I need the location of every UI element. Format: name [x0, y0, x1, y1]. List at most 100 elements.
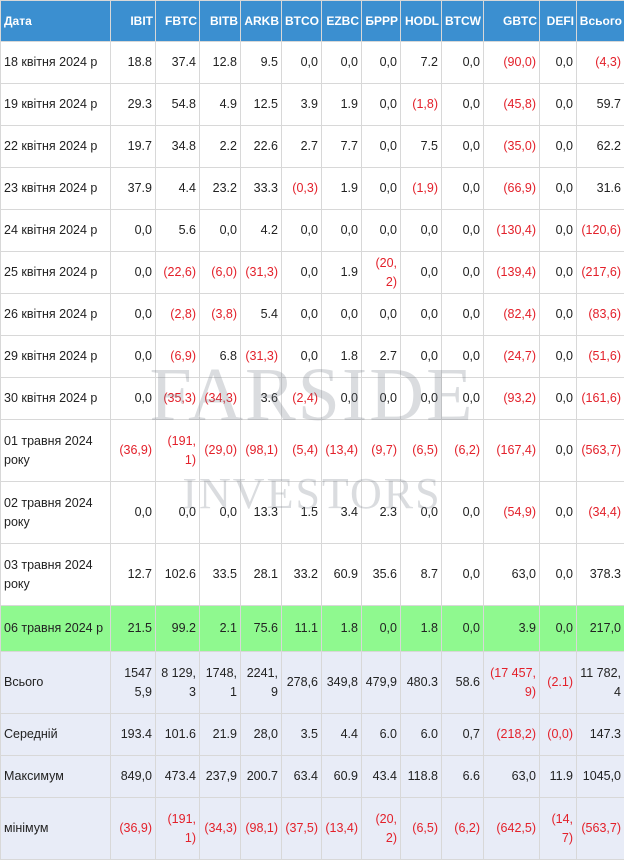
table-cell: 37.9: [111, 168, 156, 210]
table-cell: (218,2): [484, 714, 540, 756]
table-cell: 33.5: [200, 544, 241, 606]
table-cell: 479,9: [362, 652, 401, 714]
row-label: мінімум: [1, 798, 111, 860]
table-cell: (98,1): [241, 798, 282, 860]
table-cell: 0,0: [322, 378, 362, 420]
table-cell: 118.8: [401, 756, 442, 798]
table-cell: 0,0: [362, 294, 401, 336]
table-cell: (191,1): [156, 420, 200, 482]
table-cell: 0,0: [442, 336, 484, 378]
column-header: Всього: [577, 1, 624, 42]
table-cell: 0,0: [540, 420, 577, 482]
table-cell: 0,0: [442, 544, 484, 606]
row-label: 23 квітня 2024 р: [1, 168, 111, 210]
table-cell: 0,0: [442, 294, 484, 336]
table-cell: 75.6: [241, 606, 282, 652]
table-row: 18 квітня 2024 р18.837.412.89.50,00,00,0…: [1, 42, 624, 84]
table-cell: 0,0: [401, 210, 442, 252]
table-cell: (34,3): [200, 798, 241, 860]
table-cell: 0,0: [322, 210, 362, 252]
table-row: 24 квітня 2024 р0,05.60,04.20,00,00,00,0…: [1, 210, 624, 252]
table-cell: 102.6: [156, 544, 200, 606]
table-cell: 0,0: [401, 482, 442, 544]
table-body: 18 квітня 2024 р18.837.412.89.50,00,00,0…: [1, 42, 624, 860]
table-cell: 0,0: [540, 336, 577, 378]
table-cell: 18.8: [111, 42, 156, 84]
column-header: BTCO: [282, 1, 322, 42]
table-cell: (4,3): [577, 42, 624, 84]
table-cell: 0,0: [362, 168, 401, 210]
column-header: IBIT: [111, 1, 156, 42]
table-cell: 0,0: [442, 210, 484, 252]
table-cell: 1748,1: [200, 652, 241, 714]
table-cell: 4.9: [200, 84, 241, 126]
row-label: 24 квітня 2024 р: [1, 210, 111, 252]
table-cell: 0,0: [362, 126, 401, 168]
table-cell: (13,4): [322, 798, 362, 860]
table-cell: (36,9): [111, 798, 156, 860]
table-cell: 0,0: [111, 210, 156, 252]
table-cell: 1.9: [322, 252, 362, 294]
table-cell: (35,0): [484, 126, 540, 168]
table-cell: 1.9: [322, 84, 362, 126]
table-cell: 0,0: [401, 378, 442, 420]
table-cell: 6.0: [362, 714, 401, 756]
table-cell: 349,8: [322, 652, 362, 714]
table-cell: 3.9: [282, 84, 322, 126]
table-cell: 8 129,3: [156, 652, 200, 714]
table-cell: (17 457,9): [484, 652, 540, 714]
table-row: 01 травня 2024 року(36,9)(191,1)(29,0)(9…: [1, 420, 624, 482]
table-cell: 2.7: [282, 126, 322, 168]
table-cell: (36,9): [111, 420, 156, 482]
table-cell: 7.5: [401, 126, 442, 168]
table-cell: 0,0: [362, 84, 401, 126]
table-cell: 11 782,4: [577, 652, 624, 714]
table-cell: (2.1): [540, 652, 577, 714]
table-cell: 0,0: [362, 606, 401, 652]
table-cell: 480.3: [401, 652, 442, 714]
table-row: Середній193.4101.621.928,03.54.46.06.00,…: [1, 714, 624, 756]
table-cell: 33.2: [282, 544, 322, 606]
table-cell: 63,0: [484, 756, 540, 798]
table-cell: 37.4: [156, 42, 200, 84]
table-cell: 193.4: [111, 714, 156, 756]
table-cell: 0,0: [442, 606, 484, 652]
table-cell: 0,0: [442, 42, 484, 84]
table-cell: 31.6: [577, 168, 624, 210]
table-cell: (120,6): [577, 210, 624, 252]
row-label: Максимум: [1, 756, 111, 798]
table-cell: (563,7): [577, 420, 624, 482]
row-label: 30 квітня 2024 р: [1, 378, 111, 420]
table-cell: (34,4): [577, 482, 624, 544]
row-label: 22 квітня 2024 р: [1, 126, 111, 168]
table-cell: (14,7): [540, 798, 577, 860]
table-cell: 0,0: [111, 336, 156, 378]
table-cell: 7.2: [401, 42, 442, 84]
table-cell: 0,0: [442, 126, 484, 168]
table-cell: 0,0: [200, 210, 241, 252]
table-cell: 0,0: [282, 42, 322, 84]
table-cell: (6,9): [156, 336, 200, 378]
table-cell: 0,0: [111, 294, 156, 336]
table-cell: (6,0): [200, 252, 241, 294]
table-cell: (83,6): [577, 294, 624, 336]
table-cell: 217,0: [577, 606, 624, 652]
table-cell: 3.4: [322, 482, 362, 544]
table-cell: 4.4: [156, 168, 200, 210]
table-row: 06 травня 2024 р21.599.22.175.611.11.80,…: [1, 606, 624, 652]
table-cell: 0,0: [540, 126, 577, 168]
table-cell: 2.7: [362, 336, 401, 378]
row-label: 19 квітня 2024 р: [1, 84, 111, 126]
table-cell: 19.7: [111, 126, 156, 168]
table-row: 23 квітня 2024 р37.94.423.233.3(0,3)1.90…: [1, 168, 624, 210]
table-cell: 4.2: [241, 210, 282, 252]
table-cell: 0,0: [442, 168, 484, 210]
table-cell: 0,0: [111, 378, 156, 420]
table-cell: 0,0: [540, 544, 577, 606]
table-cell: (66,9): [484, 168, 540, 210]
table-cell: 21.5: [111, 606, 156, 652]
table-cell: 63.4: [282, 756, 322, 798]
table-cell: 29.3: [111, 84, 156, 126]
table-cell: (6,5): [401, 420, 442, 482]
table-cell: 59.7: [577, 84, 624, 126]
